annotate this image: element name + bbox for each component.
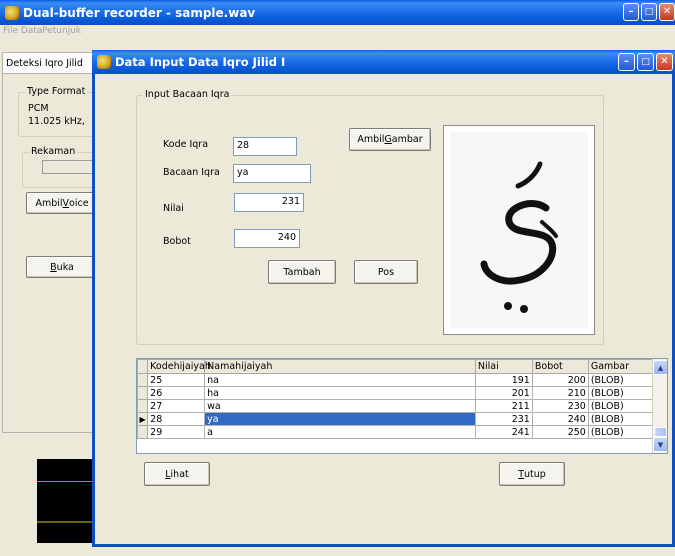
format-pcm: PCM — [28, 103, 49, 114]
cell-kode[interactable]: 25 — [147, 373, 206, 387]
bacaan-input[interactable]: ya — [233, 164, 311, 183]
scroll-down-icon[interactable]: ▼ — [653, 437, 667, 452]
cell-bobot[interactable]: 230 — [531, 399, 589, 413]
bacaan-label: Bacaan Iqra — [163, 167, 220, 178]
col-nilai[interactable]: Nilai — [474, 359, 533, 374]
row-indicator — [137, 425, 149, 439]
rekaman-caption: Rekaman — [29, 146, 78, 157]
nilai-input[interactable]: 231 — [234, 193, 304, 212]
col-bobot[interactable]: Bobot — [531, 359, 589, 374]
cell-nilai[interactable]: 191 — [474, 373, 533, 387]
cell-bobot[interactable]: 250 — [531, 425, 589, 439]
table-row[interactable]: 29 a 241 250 (BLOB) — [137, 425, 655, 439]
bobot-input[interactable]: 240 — [234, 229, 300, 248]
main-menu-bar: File Data Petunjuk — [0, 26, 200, 38]
cell-kode[interactable]: 27 — [147, 399, 206, 413]
menu-file-data[interactable]: File Data — [3, 26, 42, 36]
cell-gambar[interactable]: (BLOB) — [587, 412, 655, 426]
main-maximize-button[interactable]: □ — [641, 3, 657, 21]
dialog-title-bar[interactable]: Data Input Data Iqro Jilid I — [92, 50, 675, 74]
grid-scrollbar[interactable]: ▲ ▼ — [652, 359, 667, 453]
grid-table: Kodehijaiyah Namahijaiyah Nilai Bobot Ga… — [137, 359, 655, 439]
tab-deteksi-iqro[interactable]: Deteksi Iqro Jilid — [2, 52, 98, 74]
cell-gambar[interactable]: (BLOB) — [587, 373, 655, 387]
row-indicator — [137, 399, 149, 413]
row-indicator — [137, 373, 149, 387]
main-minimize-button[interactable]: – — [623, 3, 639, 21]
cell-nilai[interactable]: 211 — [474, 399, 533, 413]
cell-nilai[interactable]: 241 — [474, 425, 533, 439]
cell-gambar[interactable]: (BLOB) — [587, 386, 655, 400]
dialog-title: Data Input Data Iqro Jilid I — [115, 55, 286, 69]
cell-gambar[interactable]: (BLOB) — [587, 425, 655, 439]
ambil-voice-button[interactable]: Ambil Voice — [26, 192, 98, 214]
col-kodehijaiyah[interactable]: Kodehijaiyah — [147, 359, 211, 374]
cell-gambar[interactable]: (BLOB) — [587, 399, 655, 413]
tutup-button[interactable]: Tutup — [499, 462, 565, 486]
format-rate: 11.025 kHz, — [28, 116, 85, 127]
cell-bobot[interactable]: 240 — [531, 412, 589, 426]
dialog-close-button[interactable]: ✕ — [656, 53, 673, 71]
scroll-thumb[interactable] — [654, 427, 667, 437]
col-gambar[interactable]: Gambar — [587, 359, 655, 374]
bobot-label: Bobot — [163, 236, 191, 247]
cell-nama[interactable]: a — [204, 425, 476, 439]
lihat-button[interactable]: Lihat — [144, 462, 210, 486]
cell-nilai[interactable]: 231 — [474, 412, 533, 426]
nilai-label: Nilai — [163, 203, 184, 214]
main-window-title: Dual-buffer recorder - sample.wav — [23, 5, 256, 20]
cell-nama[interactable]: ha — [204, 386, 476, 400]
table-row[interactable]: 26 ha 201 210 (BLOB) — [137, 386, 655, 400]
scroll-up-icon[interactable]: ▲ — [653, 360, 667, 375]
table-row[interactable]: 25 na 191 200 (BLOB) — [137, 373, 655, 387]
table-row-selected[interactable]: ▶ 28 ya 231 240 (BLOB) — [137, 412, 655, 426]
cell-nama[interactable]: na — [204, 373, 476, 387]
tab-label: Deteksi Iqro Jilid — [6, 58, 83, 69]
cell-nama[interactable]: ya — [204, 412, 476, 426]
col-namahijaiyah[interactable]: Namahijaiyah — [204, 359, 476, 374]
dialog-minimize-button[interactable]: – — [618, 53, 635, 71]
type-format-caption: Type Format — [25, 86, 88, 97]
iqra-image-preview — [443, 125, 595, 335]
tambah-button[interactable]: Tambah — [268, 260, 336, 284]
cell-kode[interactable]: 28 — [147, 412, 206, 426]
menu-petunjuk[interactable]: Petunjuk — [42, 26, 81, 36]
kode-input[interactable]: 28 — [233, 137, 297, 156]
dialog-app-icon — [97, 55, 111, 69]
buka-button[interactable]: Buka — [26, 256, 98, 278]
cell-bobot[interactable]: 200 — [531, 373, 589, 387]
app-icon — [5, 5, 19, 20]
type-format-group: Type Format — [18, 86, 98, 137]
row-indicator — [137, 386, 149, 400]
cell-nilai[interactable]: 201 — [474, 386, 533, 400]
input-bacaan-caption: Input Bacaan Iqra — [143, 89, 232, 100]
grid-header-indicator — [137, 359, 149, 374]
grid-header-row: Kodehijaiyah Namahijaiyah Nilai Bobot Ga… — [137, 359, 655, 374]
table-row[interactable]: 27 wa 211 230 (BLOB) — [137, 399, 655, 413]
rekaman-level-bar — [42, 160, 98, 174]
ambil-gambar-button[interactable]: Ambil Gambar — [349, 128, 431, 151]
hijaiyah-grid[interactable]: Kodehijaiyah Namahijaiyah Nilai Bobot Ga… — [136, 358, 668, 454]
pos-button[interactable]: Pos — [354, 260, 418, 284]
hijaiyah-ya-image — [450, 132, 588, 328]
cell-nama[interactable]: wa — [204, 399, 476, 413]
row-pointer-icon: ▶ — [137, 412, 149, 426]
cell-kode[interactable]: 29 — [147, 425, 206, 439]
kode-label: Kode Iqra — [163, 139, 209, 150]
main-title-bar[interactable]: Dual-buffer recorder - sample.wav — [0, 0, 675, 25]
cell-bobot[interactable]: 210 — [531, 386, 589, 400]
cell-kode[interactable]: 26 — [147, 386, 206, 400]
dialog-maximize-button[interactable]: □ — [637, 53, 654, 71]
main-close-button[interactable]: ✕ — [659, 3, 675, 21]
